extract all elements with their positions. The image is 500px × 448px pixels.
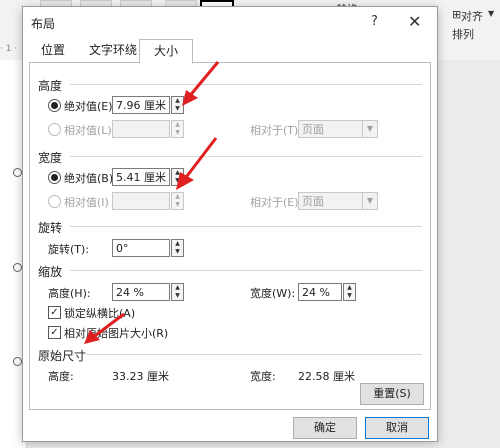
scale-width-label: 宽度(W): [250, 287, 296, 300]
resize-handle[interactable] [13, 168, 22, 177]
align-dropdown-icon[interactable]: ▼ [488, 9, 494, 18]
scale-width-input[interactable]: 24 % [298, 283, 342, 301]
original-height-label: 高度: [48, 370, 74, 383]
tab-text-wrapping[interactable]: 文字环绕 [81, 39, 145, 61]
tab-size[interactable]: 大小 [139, 39, 193, 64]
resize-handle[interactable] [13, 357, 22, 366]
original-section-title: 原始尺寸 [38, 349, 87, 363]
width-relative-to-label: 相对于(E) [250, 196, 299, 209]
lock-aspect-checkbox[interactable]: ✓ [48, 306, 61, 319]
rotate-label: 旋转(T): [48, 243, 90, 256]
height-relative-to-label: 相对于(T) [250, 124, 299, 137]
annotation-arrow-height [182, 61, 220, 106]
divider [70, 226, 422, 227]
height-absolute-radio[interactable] [48, 99, 61, 112]
width-relative-input[interactable] [112, 192, 170, 210]
width-absolute-input[interactable]: 5.41 厘米 [112, 168, 170, 186]
scale-height-label: 高度(H): [48, 287, 91, 300]
ruler-marks: · 1 · [0, 44, 18, 54]
chevron-down-icon: ▼ [362, 193, 377, 209]
rotate-spinner[interactable]: ▲ ▼ [171, 239, 184, 257]
original-width-value: 22.58 厘米 [298, 370, 355, 383]
height-relative-to-value: 页面 [302, 123, 324, 136]
resize-handle[interactable] [13, 263, 22, 272]
original-width-label: 宽度: [250, 370, 276, 383]
width-relative-label: 相对值(I) [64, 196, 109, 209]
height-relative-label: 相对值(L) [64, 124, 112, 137]
scale-height-spinner[interactable]: ▲ ▼ [171, 283, 184, 301]
scale-width-spinner[interactable]: ▲ ▼ [343, 283, 356, 301]
width-relative-to-select[interactable]: 页面 ▼ [298, 192, 378, 210]
scale-height-input[interactable]: 24 % [112, 283, 170, 301]
height-relative-to-select[interactable]: 页面 ▼ [298, 120, 378, 138]
height-absolute-input[interactable]: 7.96 厘米 [112, 96, 170, 114]
annotation-arrow-width [176, 137, 218, 190]
height-relative-input[interactable] [112, 120, 170, 138]
annotation-arrow-original [84, 312, 125, 344]
align-label[interactable]: 对齐 [461, 8, 483, 24]
arrange-group-label: 排列 [452, 28, 474, 41]
width-absolute-label: 绝对值(B) [64, 172, 114, 185]
rotate-input[interactable]: 0° [112, 239, 170, 257]
divider [70, 270, 422, 271]
height-absolute-label: 绝对值(E) [64, 100, 113, 113]
width-section-title: 宽度 [38, 151, 63, 165]
dialog-titlebar[interactable]: 布局 ? ✕ [23, 7, 437, 39]
rotate-section-title: 旋转 [38, 221, 63, 235]
width-relative-radio[interactable] [48, 195, 61, 208]
width-relative-to-value: 页面 [302, 195, 324, 208]
ok-button[interactable]: 确定 [293, 417, 357, 439]
close-icon[interactable]: ✕ [408, 12, 421, 31]
divider [70, 156, 422, 157]
height-relative-radio[interactable] [48, 123, 61, 136]
height-section-title: 高度 [38, 79, 63, 93]
tab-position[interactable]: 位置 [29, 39, 77, 61]
width-relative-spinner[interactable]: ▲ ▼ [171, 192, 184, 210]
align-icon[interactable]: ⊞ [452, 8, 461, 21]
help-icon[interactable]: ? [371, 14, 378, 29]
scale-section-title: 缩放 [38, 265, 63, 279]
width-absolute-radio[interactable] [48, 171, 61, 184]
dialog-title: 布局 [31, 17, 56, 31]
reset-button[interactable]: 重置(S) [360, 383, 424, 405]
cancel-button[interactable]: 取消 [365, 417, 429, 439]
divider [70, 84, 422, 85]
right-pane [436, 60, 500, 448]
divider [86, 354, 422, 355]
original-height-value: 33.23 厘米 [112, 370, 169, 383]
chevron-down-icon: ▼ [362, 121, 377, 137]
relative-original-checkbox[interactable]: ✓ [48, 326, 61, 339]
